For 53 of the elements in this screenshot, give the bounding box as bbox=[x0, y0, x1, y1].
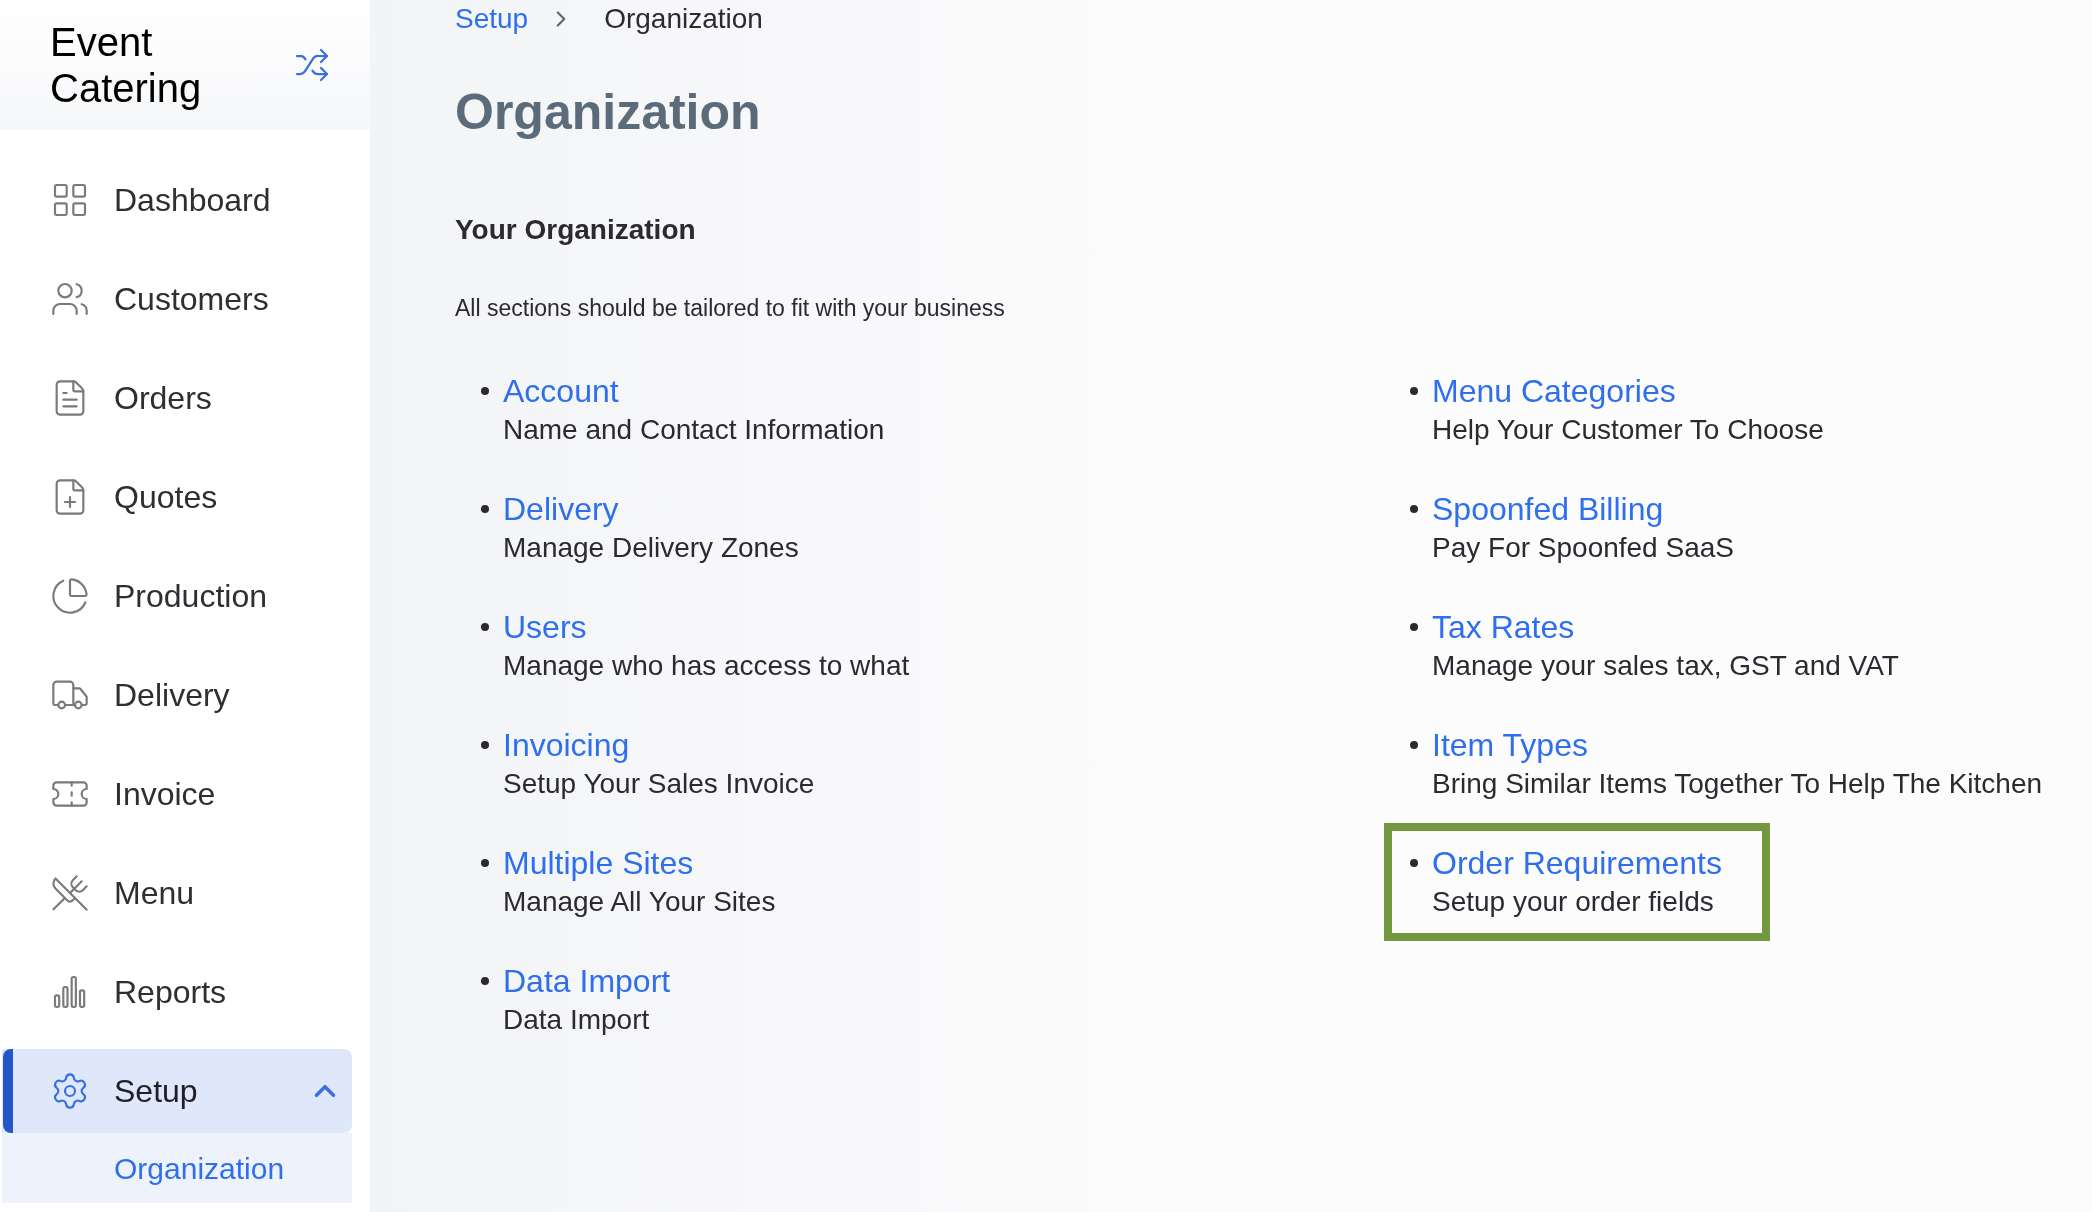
section-link[interactable]: Data Import bbox=[503, 961, 671, 1001]
nav-item[interactable]: Customers bbox=[2, 257, 352, 341]
setup-description: Setup Your Sales Invoice bbox=[503, 767, 815, 801]
breadcrumb-link[interactable]: Setup bbox=[455, 0, 529, 40]
setup-description: Bring Similar Items Together To Help The Kitchen bbox=[1432, 767, 2043, 801]
nav-item[interactable]: Invoice bbox=[2, 752, 352, 836]
section-link[interactable]: Item Types bbox=[1432, 725, 1588, 765]
nav-item[interactable]: Setup bbox=[2, 1049, 352, 1133]
bullet-icon bbox=[481, 977, 489, 985]
section-description: All sections should be tailored to fit with your business bbox=[455, 294, 1006, 323]
section-link[interactable]: Menu Categories bbox=[1432, 371, 1676, 411]
breadcrumb-current: Organization bbox=[604, 2, 763, 36]
nav-item[interactable]: Menu bbox=[2, 851, 352, 935]
setup-description: Manage your sales tax, GST and VAT bbox=[1432, 649, 1899, 683]
bullet-icon bbox=[481, 741, 489, 749]
setup-description: Manage All Your Sites bbox=[503, 885, 776, 919]
section-link[interactable]: Users bbox=[503, 607, 587, 647]
section-link[interactable]: Spoonfed Billing bbox=[1432, 489, 1664, 529]
nav-item[interactable]: Production bbox=[2, 554, 352, 638]
section-link[interactable]: Invoicing bbox=[503, 725, 630, 765]
nav-item[interactable]: Orders bbox=[2, 356, 352, 440]
bullet-icon bbox=[1410, 623, 1418, 631]
section-link[interactable]: Delivery bbox=[503, 489, 619, 529]
nav-item[interactable]: Delivery bbox=[2, 653, 352, 737]
setup-description: Manage who has access to what bbox=[503, 649, 910, 683]
setup-description: Data Import bbox=[503, 1003, 651, 1037]
page-title: Organization bbox=[455, 83, 762, 142]
section-link[interactable]: Account bbox=[503, 371, 619, 411]
section-link[interactable]: Order Requirements bbox=[1432, 843, 1722, 883]
bullet-icon bbox=[481, 859, 489, 867]
fork-knife-icon bbox=[50, 873, 90, 913]
section-link[interactable]: Tax Rates bbox=[1432, 607, 1575, 647]
sub-nav-item[interactable]: Organization bbox=[2, 1133, 352, 1203]
nav-item[interactable]: Reports bbox=[2, 950, 352, 1034]
setup-description: Pay For Spoonfed SaaS bbox=[1432, 531, 1734, 565]
setup-description: Name and Contact Information bbox=[503, 413, 885, 447]
pie-chart-icon bbox=[50, 576, 90, 616]
bullet-icon bbox=[1410, 859, 1418, 867]
section-title: Your Organization bbox=[455, 213, 697, 247]
setup-description: Help Your Customer To Choose bbox=[1432, 413, 1824, 447]
setup-description: Setup your order fields bbox=[1432, 885, 1715, 919]
bullet-icon bbox=[481, 387, 489, 395]
bullet-icon bbox=[1410, 387, 1418, 395]
bullet-icon bbox=[1410, 505, 1418, 513]
setup-description: Manage Delivery Zones bbox=[503, 531, 799, 565]
bullet-icon bbox=[481, 505, 489, 513]
nav-item[interactable]: Quotes bbox=[2, 455, 352, 539]
section-link[interactable]: Multiple Sites bbox=[503, 843, 694, 883]
bullet-icon bbox=[481, 623, 489, 631]
brand-title: Event Catering bbox=[50, 19, 203, 111]
shuffle-icon[interactable] bbox=[294, 47, 330, 83]
nav-item[interactable]: Dashboard bbox=[2, 158, 352, 242]
bullet-icon bbox=[1410, 741, 1418, 749]
